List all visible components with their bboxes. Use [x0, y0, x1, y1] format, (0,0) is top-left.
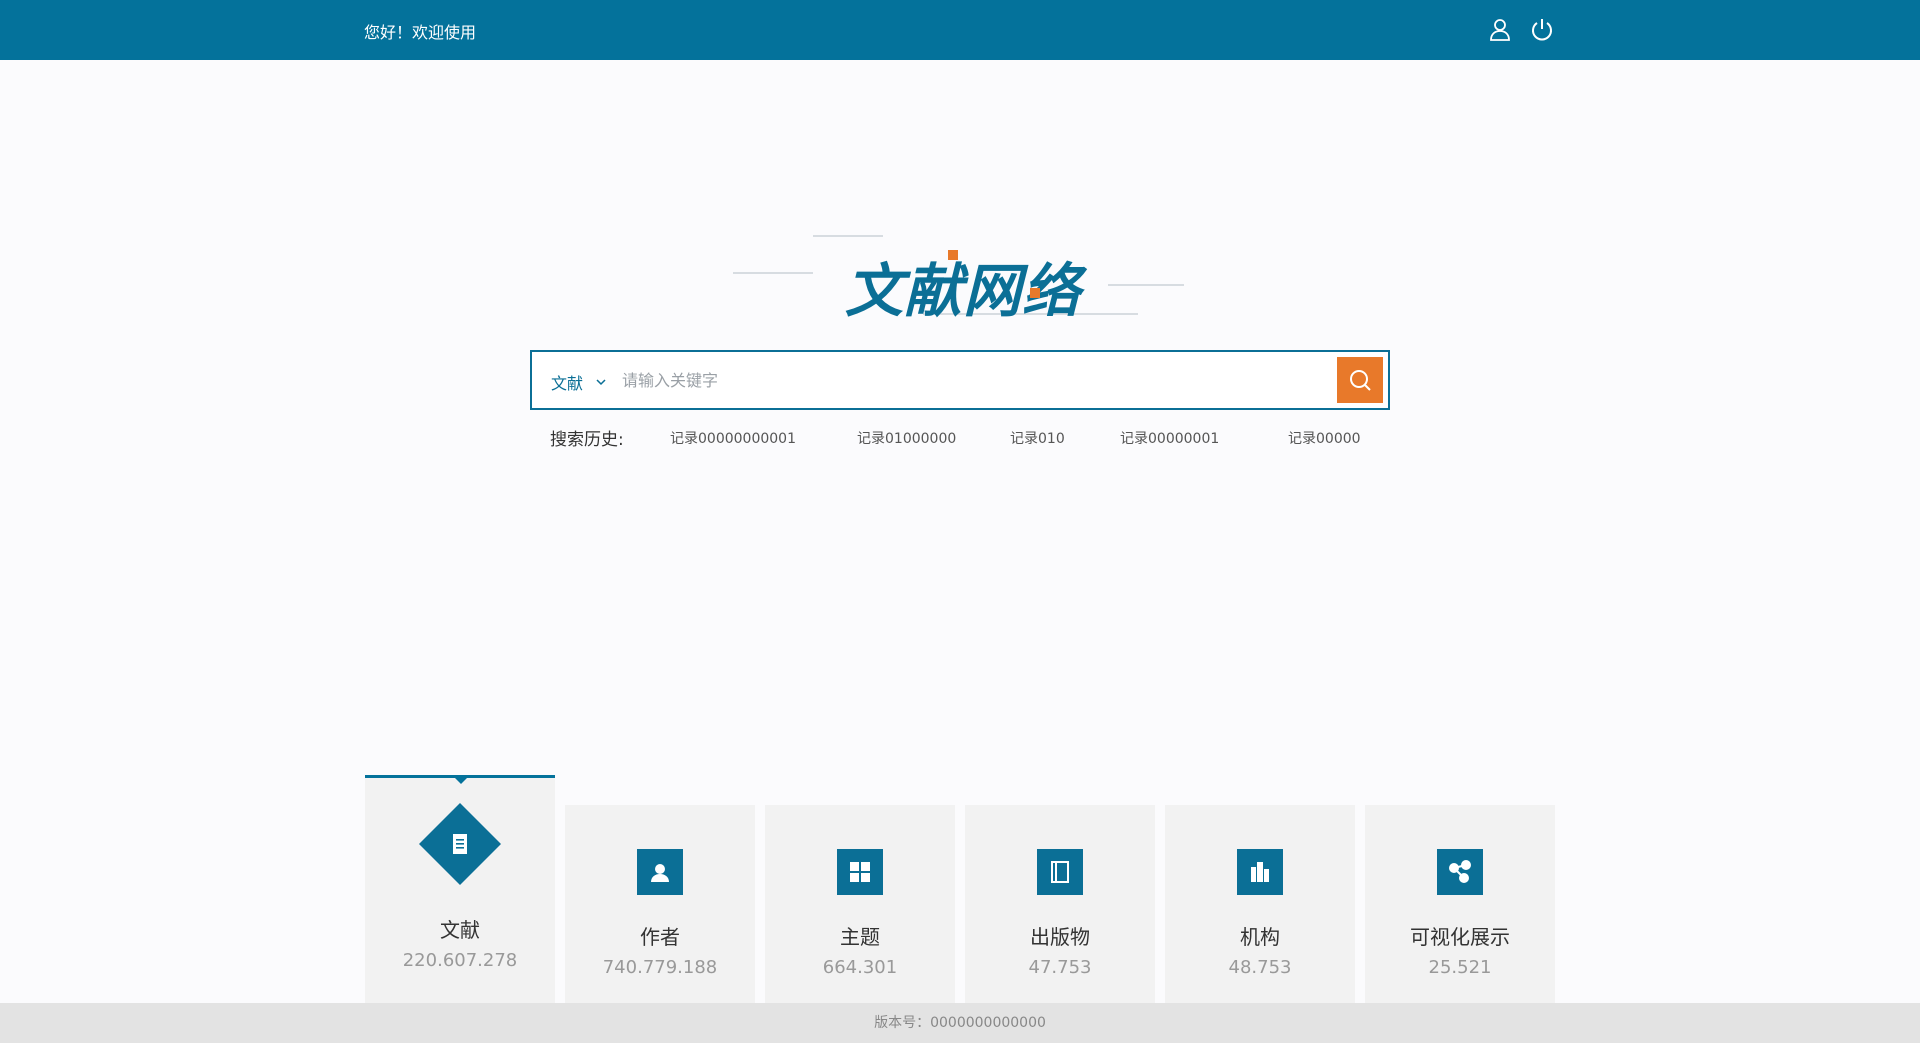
category-cards: 文献 220.607.278 作者 740.779.188 主题 664.301 [365, 775, 1555, 1005]
logo-decor-line [733, 272, 813, 274]
card-visualization[interactable]: 可视化展示 25.521 [1365, 805, 1555, 1005]
history-item[interactable]: 记录00000001 [1120, 428, 1219, 448]
logo-accent [1030, 288, 1040, 298]
active-indicator [455, 778, 467, 784]
search-button[interactable] [1337, 357, 1383, 403]
card-count: 47.753 [1028, 957, 1092, 978]
card-count: 25.521 [1428, 957, 1492, 978]
card-topics[interactable]: 主题 664.301 [765, 805, 955, 1005]
card-title: 出版物 [1030, 925, 1090, 949]
history-item[interactable]: 记录00000000001 [670, 428, 796, 448]
search-scope-label: 文献 [551, 374, 584, 393]
logo: 文献网络 [733, 230, 1188, 325]
card-count: 220.607.278 [402, 950, 518, 971]
user-icon[interactable] [1486, 16, 1514, 44]
card-title: 机构 [1240, 925, 1280, 949]
greeting-text: 您好！欢迎使用 [364, 23, 477, 42]
search-scope-select[interactable]: 文献 [551, 370, 607, 394]
document-icon [418, 802, 502, 886]
search-bar: 文献 [530, 350, 1390, 410]
card-institutions[interactable]: 机构 48.753 [1165, 805, 1355, 1005]
logo-decor-line [1108, 284, 1184, 286]
search-history: 搜索历史: 记录00000000001 记录01000000 记录010 记录0… [550, 425, 1370, 450]
card-title: 文献 [440, 918, 480, 942]
history-item[interactable]: 记录00000 [1288, 428, 1361, 448]
card-count: 664.301 [822, 957, 898, 978]
card-title: 作者 [640, 925, 680, 949]
top-bar: 您好！欢迎使用 [0, 0, 1920, 60]
grid-icon [837, 849, 883, 895]
history-item[interactable]: 记录010 [1010, 428, 1065, 448]
search-input[interactable] [622, 365, 1272, 395]
history-item[interactable]: 记录01000000 [857, 428, 956, 448]
top-actions [1486, 16, 1556, 44]
logo-text: 文献网络 [845, 257, 1082, 325]
author-icon [637, 849, 683, 895]
search-icon [1350, 370, 1371, 391]
card-count: 48.753 [1228, 957, 1292, 978]
search-history-label: 搜索历史: [550, 430, 624, 450]
power-icon[interactable] [1528, 16, 1556, 44]
book-icon [1037, 849, 1083, 895]
card-title: 可视化展示 [1410, 925, 1510, 949]
share-icon [1437, 849, 1483, 895]
logo-accent [948, 250, 958, 260]
card-title: 主题 [840, 925, 880, 949]
logo-decor-line [813, 235, 883, 237]
footer: 版本号：0000000000000 [0, 1003, 1920, 1043]
card-publications[interactable]: 出版物 47.753 [965, 805, 1155, 1005]
building-icon [1237, 849, 1283, 895]
version-text: 版本号：0000000000000 [874, 1015, 1046, 1031]
chevron-down-icon [596, 379, 606, 386]
card-authors[interactable]: 作者 740.779.188 [565, 805, 755, 1005]
card-count: 740.779.188 [602, 957, 718, 978]
card-documents[interactable]: 文献 220.607.278 [365, 775, 555, 1005]
